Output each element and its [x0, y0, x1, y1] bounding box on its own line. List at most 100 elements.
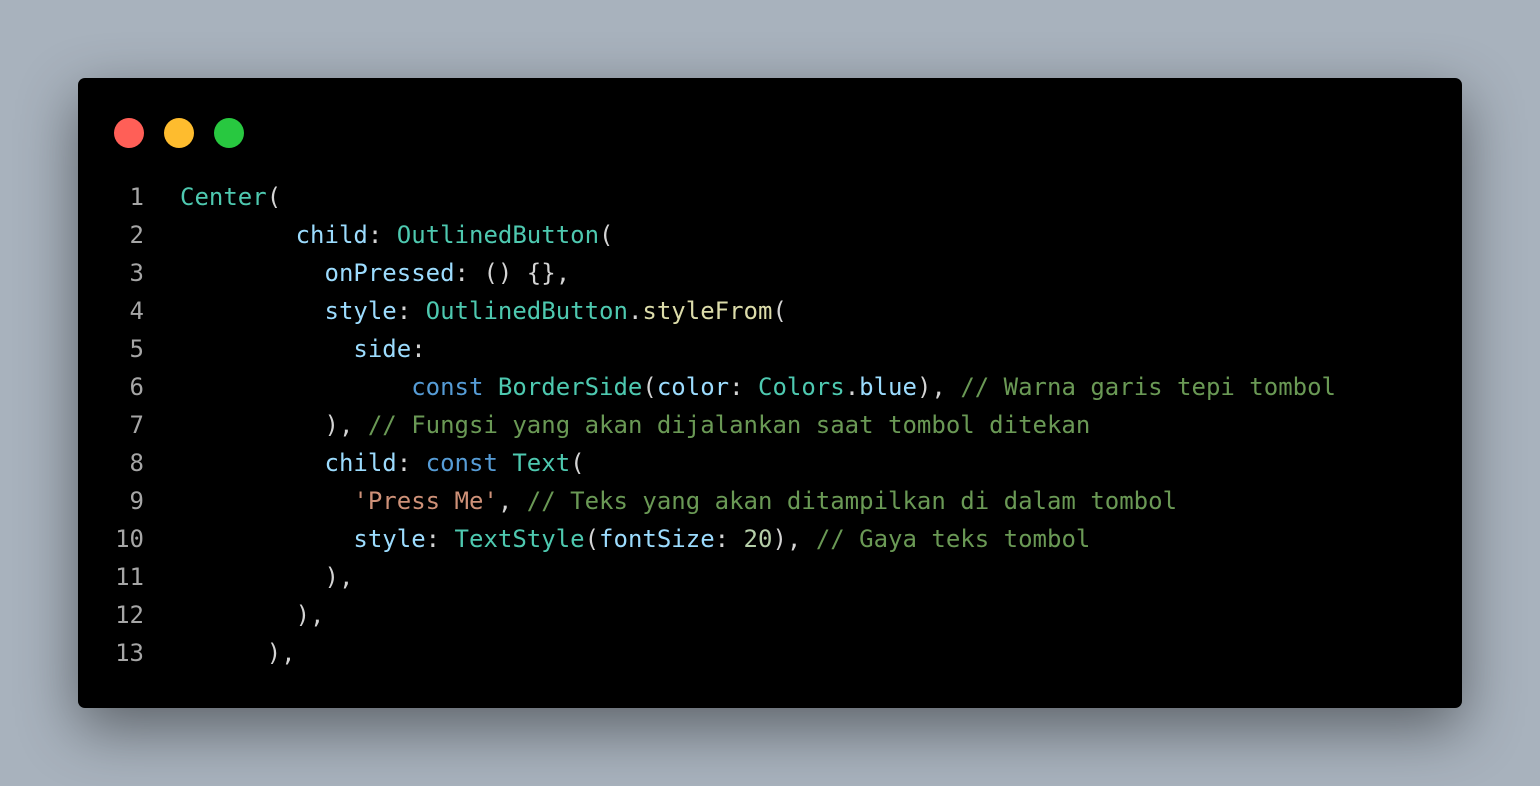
code-line: 1 Center( [78, 178, 1462, 216]
code-token-comment: // Warna garis tepi tombol [960, 373, 1336, 401]
line-source: Center( [180, 178, 281, 216]
code-token-kw: const [411, 373, 498, 401]
line-source: child: const Text( [180, 444, 585, 482]
code-token-kw: const [425, 449, 513, 477]
line-number: 7 [129, 411, 144, 439]
line-number: 10 [115, 525, 144, 553]
code-token-punc [180, 639, 267, 667]
line-number: 9 [129, 487, 144, 515]
code-token-punc: ), [266, 639, 296, 667]
code-token-punc [180, 221, 296, 249]
code-line: 13 ), [78, 634, 1462, 672]
code-token-punc: ( [266, 183, 282, 211]
code-token-punc: ( [584, 525, 600, 553]
line-source: onPressed: () {}, [180, 254, 571, 292]
line-source: 'Press Me', // Teks yang akan ditampilka… [180, 482, 1177, 520]
code-token-prop: child [324, 449, 397, 477]
code-token-prop: blue [859, 373, 917, 401]
code-token-punc [180, 563, 325, 591]
code-token-punc [180, 601, 296, 629]
line-source: style: TextStyle(fontSize: 20), // Gaya … [180, 520, 1090, 558]
code-token-punc: . [844, 373, 860, 401]
close-dot[interactable] [114, 118, 144, 148]
code-token-type: Colors [758, 373, 845, 401]
code-token-punc: ), [295, 601, 325, 629]
code-token-punc: : [411, 335, 426, 363]
code-token-punc [180, 259, 325, 287]
code-token-type: Center [180, 183, 267, 211]
code-token-punc: ), [772, 525, 816, 553]
line-source: ), [180, 634, 296, 672]
code-token-type: OutlinedButton [425, 297, 628, 325]
code-token-comment: // Gaya teks tombol [815, 525, 1091, 553]
code-line: 11 ), [78, 558, 1462, 596]
code-token-punc: ), [324, 411, 368, 439]
code-token-str: 'Press Me' [353, 487, 498, 515]
line-number: 12 [115, 601, 144, 629]
line-source: style: OutlinedButton.styleFrom( [180, 292, 787, 330]
code-token-punc: . [627, 297, 643, 325]
code-token-punc: : [714, 525, 744, 553]
code-token-comment: // Teks yang akan ditampilkan di dalam t… [526, 487, 1178, 515]
minimize-dot[interactable] [164, 118, 194, 148]
code-token-punc: ( [772, 297, 787, 325]
code-token-punc [180, 373, 411, 401]
code-token-prop: onPressed [324, 259, 455, 287]
code-line: 8 child: const Text( [78, 444, 1462, 482]
code-token-punc: : () {}, [454, 259, 571, 287]
code-token-prop: style [353, 525, 426, 553]
code-token-prop: style [324, 297, 397, 325]
code-line: 2 child: OutlinedButton( [78, 216, 1462, 254]
line-number: 1 [129, 183, 144, 211]
code-token-punc [180, 449, 325, 477]
code-token-punc: ), [916, 373, 961, 401]
code-token-punc: : [396, 449, 426, 477]
code-token-type: Text [512, 449, 571, 477]
line-number: 3 [129, 259, 144, 287]
code-token-punc [180, 525, 353, 553]
code-token-prop: color [656, 373, 730, 401]
line-source: ), [180, 596, 325, 634]
maximize-dot[interactable] [214, 118, 244, 148]
code-line: 3 onPressed: () {}, [78, 254, 1462, 292]
line-source: child: OutlinedButton( [180, 216, 614, 254]
line-source: side: [180, 330, 426, 368]
code-block: 1 Center(2 child: OutlinedButton(3 onPres… [78, 178, 1462, 672]
code-token-type: TextStyle [454, 525, 585, 553]
code-token-punc: ), [324, 563, 354, 591]
code-line: 7 ), // Fungsi yang akan dijalankan saat… [78, 406, 1462, 444]
code-token-punc: ( [599, 221, 614, 249]
code-token-punc: : [425, 525, 455, 553]
code-token-punc [180, 487, 353, 515]
code-token-type: OutlinedButton [396, 221, 600, 249]
line-number: 8 [129, 449, 144, 477]
line-number: 2 [129, 221, 144, 249]
code-line: 4 style: OutlinedButton.styleFrom( [78, 292, 1462, 330]
code-token-punc [180, 335, 353, 363]
code-token-punc: ( [570, 449, 585, 477]
code-token-prop: fontSize [599, 525, 715, 553]
line-source: ), // Fungsi yang akan dijalankan saat t… [180, 406, 1091, 444]
line-source: ), [180, 558, 354, 596]
line-number: 13 [115, 639, 144, 667]
code-token-num: 20 [743, 525, 773, 553]
line-number: 5 [129, 335, 144, 363]
code-token-punc: : [396, 297, 426, 325]
code-token-punc: ( [642, 373, 657, 401]
code-token-punc: , [497, 487, 527, 515]
code-line: 12 ), [78, 596, 1462, 634]
code-line: 9 'Press Me', // Teks yang akan ditampil… [78, 482, 1462, 520]
window-controls [114, 118, 244, 148]
code-line: 5 side: [78, 330, 1462, 368]
line-number: 4 [129, 297, 144, 325]
code-line: 10 style: TextStyle(fontSize: 20), // Ga… [78, 520, 1462, 558]
code-token-prop: side [353, 335, 412, 363]
line-number: 6 [129, 373, 144, 401]
line-source: const BorderSide(color: Colors.blue), //… [180, 368, 1336, 406]
code-token-punc: : [729, 373, 758, 401]
code-token-prop: child [295, 221, 368, 249]
code-token-punc [180, 411, 325, 439]
code-token-type: BorderSide [497, 373, 643, 401]
code-token-func: styleFrom [642, 297, 773, 325]
line-number: 11 [115, 563, 144, 591]
